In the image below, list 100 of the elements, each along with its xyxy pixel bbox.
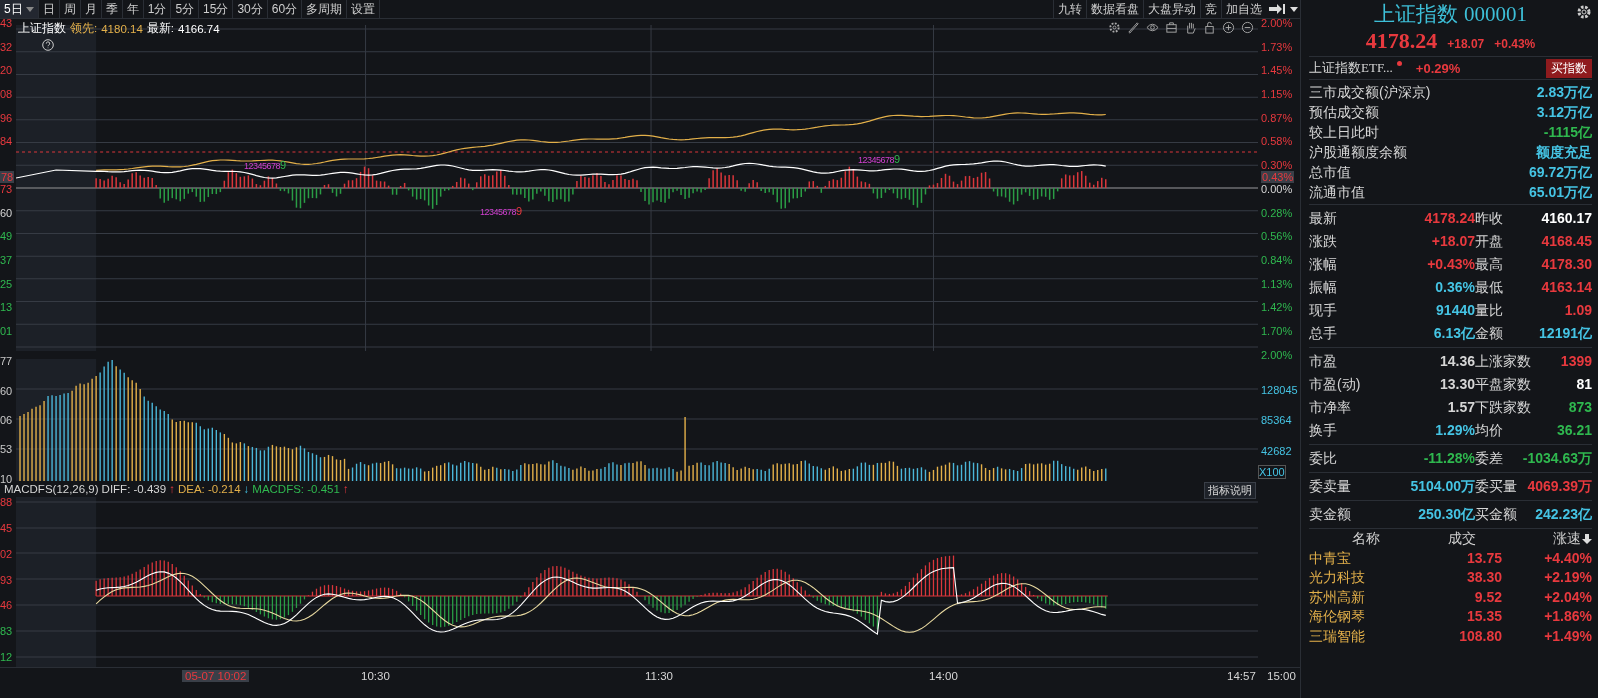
indicator-legend: ↑ [342, 483, 349, 495]
indicator-legend: MACDFS: -0.451 [252, 483, 340, 495]
period-tab[interactable]: 5分 [171, 0, 200, 18]
toolbar-button[interactable]: 九转 [1053, 0, 1086, 18]
toolbar-button[interactable]: 加自选 [1221, 0, 1266, 18]
axis-label: 0.56% [1261, 230, 1293, 243]
period-tab[interactable]: 年 [122, 0, 144, 18]
stock-name[interactable]: 海伦钢琴 [1309, 607, 1422, 627]
lead-value: 4180.14 [101, 22, 143, 35]
quote-label: 开盘 [1475, 232, 1504, 251]
price-change: +18.07 [1447, 37, 1485, 51]
axis-label: 08 [0, 88, 13, 101]
quote-label: 委比 [1309, 449, 1338, 468]
stat-value: 额度充足 [1536, 143, 1592, 162]
axis-label: 10 [0, 472, 13, 485]
hand-icon[interactable] [1184, 21, 1197, 34]
quote-value: 12191亿 [1539, 324, 1592, 343]
axis-label: 49 [0, 230, 13, 243]
stock-name[interactable]: 三瑞智能 [1309, 626, 1422, 646]
quote-label: 委买量 [1475, 477, 1518, 496]
indicator-help-button[interactable]: 指标说明 [1204, 482, 1256, 499]
settings-icon[interactable] [1108, 21, 1121, 34]
column-header[interactable]: 名称 [1309, 529, 1422, 549]
quote-value: 4160.17 [1541, 209, 1592, 228]
stat-label: 沪股通额度余额 [1309, 143, 1407, 162]
sort-down-icon[interactable] [1582, 532, 1592, 545]
indicator-legend: DIFF: -0.439 [101, 483, 167, 495]
axis-label: 13 [0, 301, 13, 314]
quote-label: 上涨家数 [1475, 352, 1532, 371]
axis-label: 02 [0, 547, 13, 560]
period-tab[interactable]: 季 [101, 0, 123, 18]
period-tab[interactable]: 周 [59, 0, 81, 18]
stock-name[interactable]: 苏州高新 [1309, 587, 1422, 607]
period-tab[interactable]: 30分 [233, 0, 268, 18]
lock-icon[interactable] [1203, 21, 1216, 34]
column-header[interactable]: 涨速 [1553, 529, 1581, 549]
toolbar-button[interactable]: 竞 [1200, 0, 1221, 18]
quote-label: 最新 [1309, 209, 1338, 228]
etf-name[interactable]: 上证指数ETF... [1309, 59, 1393, 77]
period-tab[interactable]: 设置 [347, 0, 381, 18]
axis-label: 1.42% [1261, 301, 1293, 314]
period-tab[interactable]: 15分 [199, 0, 234, 18]
stock-price: 13.75 [1465, 548, 1502, 568]
period-tab[interactable]: 60分 [267, 0, 303, 18]
quote-value: -11.28% [1422, 449, 1475, 468]
stock-price: 38.30 [1465, 568, 1502, 587]
axis-label: 1.70% [1261, 324, 1293, 337]
indicator-legend: MACDFS(12,26,9) [4, 483, 99, 495]
dot-icon [1396, 61, 1402, 66]
quote-label: 下跌家数 [1475, 398, 1532, 417]
help-icon[interactable] [42, 39, 54, 51]
indicator-legend: ↓ [243, 483, 250, 495]
stock-name[interactable]: 中青宝 [1309, 548, 1422, 568]
axis-label: 1.45% [1261, 64, 1293, 77]
period-tab[interactable]: 5日 [0, 0, 39, 18]
column-header[interactable]: 成交 [1422, 529, 1502, 549]
sequence-marker: 123456789 [858, 153, 900, 165]
zoom-in-icon[interactable] [1222, 21, 1235, 34]
quote-value: -1034.63万 [1522, 449, 1592, 468]
period-tab[interactable]: 日 [38, 0, 60, 18]
axis-label: 12 [0, 651, 13, 664]
quote-label: 涨跌 [1309, 232, 1338, 251]
etf-change: +0.29% [1415, 60, 1461, 76]
zoom-out-icon[interactable] [1241, 21, 1254, 34]
axis-label: 1.15% [1261, 88, 1293, 101]
stat-value: -1115亿 [1543, 123, 1592, 142]
stat-label: 流通市值 [1309, 183, 1365, 202]
toolbox-icon[interactable] [1165, 21, 1178, 34]
axis-label: 96 [0, 111, 13, 124]
period-tab[interactable]: 1分 [143, 0, 172, 18]
quote-value: 1.09 [1564, 301, 1592, 320]
buy-index-button[interactable]: 买指数 [1546, 58, 1592, 78]
toolbar-button[interactable]: 大盘异动 [1143, 0, 1200, 18]
quote-value: 873 [1568, 398, 1592, 417]
latest-label: 最新: [146, 21, 174, 36]
quote-value: 36.21 [1556, 421, 1592, 440]
axis-label: 84 [0, 135, 13, 148]
axis-label: 73 [0, 182, 13, 195]
sequence-marker: 123456789 [480, 205, 522, 217]
pen-icon[interactable] [1127, 21, 1140, 34]
quote-label: 涨幅 [1309, 255, 1338, 274]
settings-icon[interactable] [1576, 4, 1592, 20]
price-change-percent: +0.43% [1494, 37, 1536, 51]
axis-label: 85364 [1261, 414, 1292, 426]
quote-label: 金额 [1475, 324, 1504, 343]
toolbar-button[interactable]: 数据看盘 [1086, 0, 1143, 18]
stat-value: 2.83万亿 [1536, 83, 1592, 102]
quote-label: 平盘家数 [1475, 375, 1532, 394]
stock-name[interactable]: 光力科技 [1309, 568, 1422, 588]
eye-icon[interactable] [1146, 21, 1159, 34]
axis-label: 01 [0, 324, 13, 337]
quote-value: 13.30 [1438, 375, 1475, 394]
quote-label: 最高 [1475, 255, 1504, 274]
quote-label: 市盈(动) [1309, 375, 1362, 394]
quote-label: 均价 [1475, 421, 1504, 440]
period-tab[interactable]: 多周期 [302, 0, 348, 18]
indicator-legend: ↑ [169, 483, 175, 495]
quote-value: 1.29% [1434, 421, 1475, 440]
quote-label: 现手 [1309, 301, 1338, 320]
period-tab[interactable]: 月 [80, 0, 102, 18]
